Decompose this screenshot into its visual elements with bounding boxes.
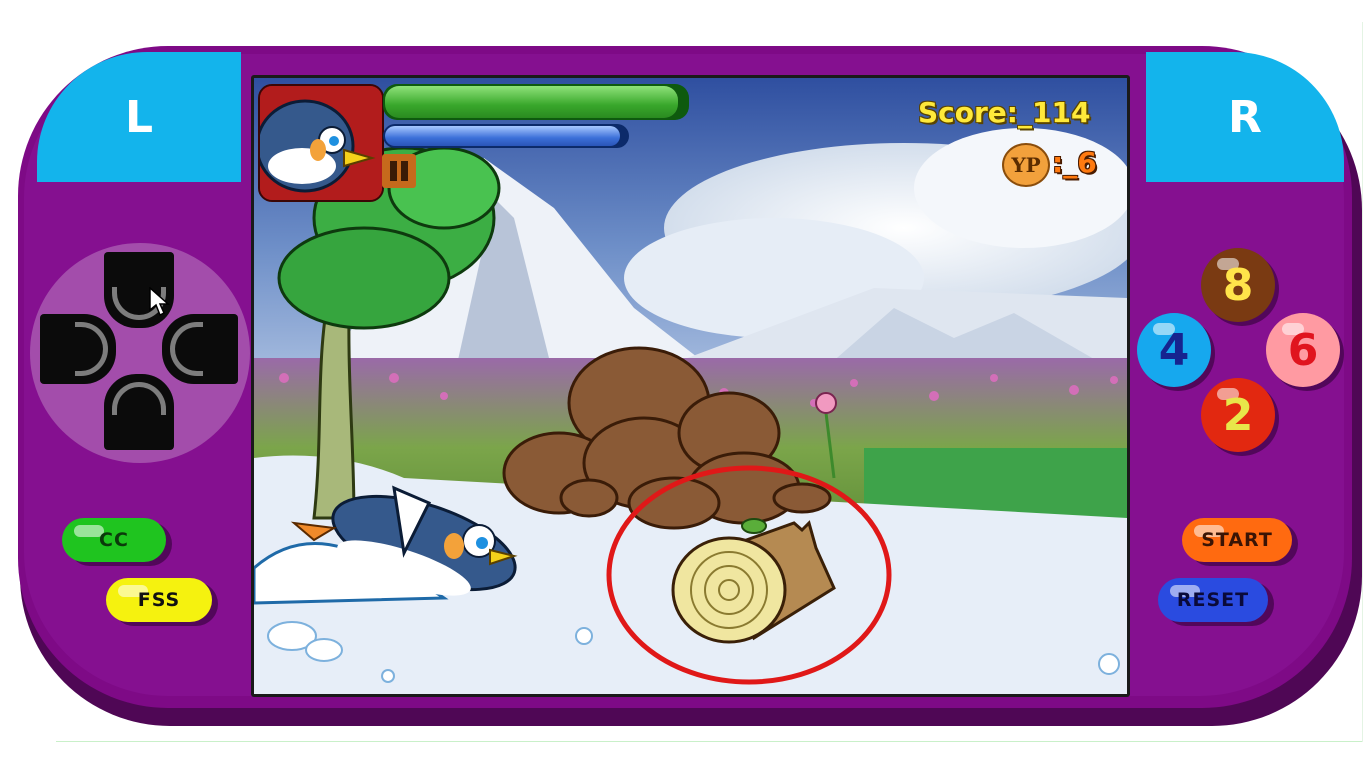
- health-bar: [385, 86, 678, 118]
- button-6-label: 6: [1287, 324, 1319, 376]
- cc-button[interactable]: CC: [62, 518, 166, 562]
- tree-foliage: [277, 226, 451, 330]
- r-shoulder-button[interactable]: R: [1146, 52, 1344, 182]
- energy-bar: [385, 126, 620, 146]
- button-2-label: 2: [1222, 389, 1254, 441]
- yp-count: :_6: [1052, 146, 1097, 179]
- penguin-portrait-icon: [260, 86, 382, 200]
- right-border-line: [1362, 22, 1363, 742]
- score-display: Score:_114: [918, 96, 1091, 129]
- button-2[interactable]: 2: [1201, 378, 1275, 452]
- dpad-down-button[interactable]: [104, 374, 174, 450]
- start-label: START: [1201, 529, 1273, 551]
- fss-label: FSS: [137, 589, 181, 611]
- dpad-right-button[interactable]: [162, 314, 238, 384]
- l-label: L: [124, 91, 154, 143]
- mouse-cursor-icon: [149, 287, 170, 317]
- bottom-border-line: [56, 741, 1362, 742]
- dpad-left-button[interactable]: [40, 314, 116, 384]
- l-shoulder-button[interactable]: L: [37, 52, 241, 182]
- fss-button[interactable]: FSS: [106, 578, 212, 622]
- button-8[interactable]: 8: [1201, 248, 1275, 322]
- button-4[interactable]: 4: [1137, 313, 1211, 387]
- button-8-label: 8: [1222, 259, 1254, 311]
- start-button[interactable]: START: [1182, 518, 1292, 562]
- button-4-label: 4: [1158, 324, 1190, 376]
- reset-button[interactable]: RESET: [1158, 578, 1268, 622]
- pink-flower: [815, 392, 837, 414]
- r-label: R: [1228, 91, 1262, 143]
- pause-icon[interactable]: [382, 154, 416, 188]
- button-6[interactable]: 6: [1266, 313, 1340, 387]
- yp-coin-icon: YP: [1002, 143, 1050, 187]
- penguin-portrait: [258, 84, 384, 202]
- reset-label: RESET: [1176, 589, 1250, 611]
- cc-label: CC: [99, 529, 129, 551]
